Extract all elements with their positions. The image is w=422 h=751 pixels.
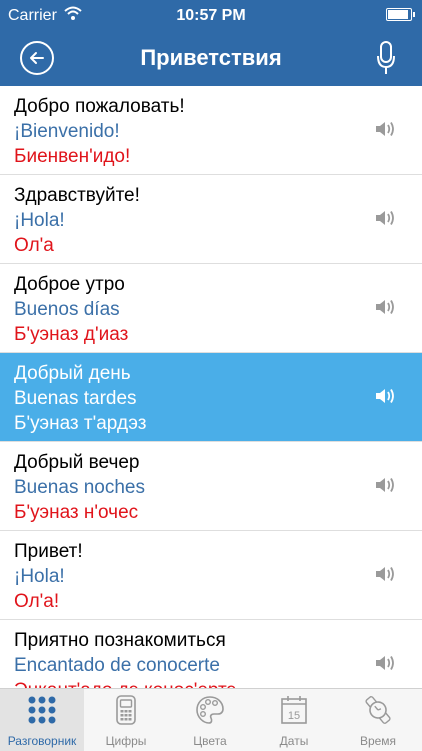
speaker-icon[interactable] bbox=[374, 565, 396, 588]
speaker-icon[interactable] bbox=[374, 209, 396, 232]
russian-phrase: Привет! bbox=[14, 541, 83, 562]
russian-phrase: Здравствуйте! bbox=[14, 185, 140, 206]
russian-phrase: Добро пожаловать! bbox=[14, 96, 185, 117]
calendar-day: 15 bbox=[288, 710, 300, 722]
tab-numbers[interactable]: Цифры bbox=[84, 689, 168, 751]
speaker-icon[interactable] bbox=[374, 387, 396, 410]
transcription: Б'уэназ н'очес bbox=[14, 502, 139, 523]
speaker-icon[interactable] bbox=[374, 120, 396, 143]
phrase-list[interactable]: Добро пожаловать! ¡Bienvenido! Биенвен'идо… bbox=[0, 86, 422, 688]
clock-label: 10:57 PM bbox=[176, 7, 246, 24]
spanish-phrase: ¡Hola! bbox=[14, 566, 65, 587]
phrase-row[interactable]: Привет! ¡Hola! Ол'а! bbox=[0, 531, 422, 620]
speaker-icon[interactable] bbox=[374, 476, 396, 499]
spanish-phrase: Buenas tardes bbox=[14, 388, 137, 409]
phrase-row[interactable]: Добрый день Buenas tardes Б'уэназ т'ардэз bbox=[0, 353, 422, 442]
transcription: Биенвен'идо! bbox=[14, 146, 131, 167]
phrase-row[interactable]: Добро пожаловать! ¡Bienvenido! Биенвен'идо… bbox=[0, 86, 422, 175]
microphone-icon bbox=[377, 41, 395, 74]
tab-label: Разговорник bbox=[7, 734, 77, 748]
spanish-phrase: ¡Hola! bbox=[14, 210, 65, 231]
spanish-phrase: Buenos días bbox=[14, 299, 120, 320]
speaker-icon[interactable] bbox=[374, 298, 396, 321]
tab-dates[interactable]: 15 Даты bbox=[252, 689, 336, 751]
palette-icon bbox=[194, 694, 226, 726]
tab-label: Даты bbox=[279, 734, 309, 748]
calculator-icon bbox=[110, 694, 142, 726]
transcription: Ол'а! bbox=[14, 591, 60, 612]
tab-phrasebook[interactable]: Разговорник bbox=[0, 689, 84, 751]
russian-phrase: Добрый вечер bbox=[14, 452, 140, 473]
watch-icon bbox=[362, 694, 394, 726]
tab-label: Цифры bbox=[105, 734, 147, 748]
calendar-icon: 15 bbox=[278, 694, 310, 726]
phrase-row[interactable]: Здравствуйте! ¡Hola! Ол'а bbox=[0, 175, 422, 264]
phrase-row[interactable]: Доброе утро Buenos días Б'уэназ д'иаз bbox=[0, 264, 422, 353]
transcription: Б'уэназ д'иаз bbox=[14, 324, 129, 345]
status-bar: Carrier 10:57 PM bbox=[0, 0, 422, 32]
spanish-phrase: Encantado de conocerte bbox=[14, 655, 220, 676]
tab-time[interactable]: Время bbox=[336, 689, 420, 751]
phrase-row[interactable]: Приятно познакомиться Encantado de conoce… bbox=[0, 620, 422, 688]
russian-phrase: Добрый день bbox=[14, 363, 131, 384]
tab-bar: Разговорник Цифры Цвета 15 Даты Время bbox=[0, 688, 422, 751]
speaker-icon[interactable] bbox=[374, 654, 396, 677]
tab-colors[interactable]: Цвета bbox=[168, 689, 252, 751]
battery-icon bbox=[386, 8, 415, 21]
navigation-bar: Приветствия bbox=[0, 32, 422, 86]
transcription: Б'уэназ т'ардэз bbox=[14, 413, 147, 434]
tab-label: Время bbox=[359, 734, 397, 748]
transcription: Энкант'адо дэ конос'ертэ bbox=[14, 680, 236, 688]
spanish-phrase: ¡Bienvenido! bbox=[14, 121, 120, 142]
grid-dots-icon bbox=[26, 694, 58, 726]
transcription: Ол'а bbox=[14, 235, 54, 256]
russian-phrase: Приятно познакомиться bbox=[14, 630, 226, 651]
spanish-phrase: Buenas noches bbox=[14, 477, 145, 498]
tab-label: Цвета bbox=[193, 734, 227, 748]
phrase-row[interactable]: Добрый вечер Buenas noches Б'уэназ н'очес bbox=[0, 442, 422, 531]
microphone-button[interactable] bbox=[376, 40, 396, 81]
page-title: Приветствия bbox=[140, 45, 282, 70]
russian-phrase: Доброе утро bbox=[14, 274, 125, 295]
